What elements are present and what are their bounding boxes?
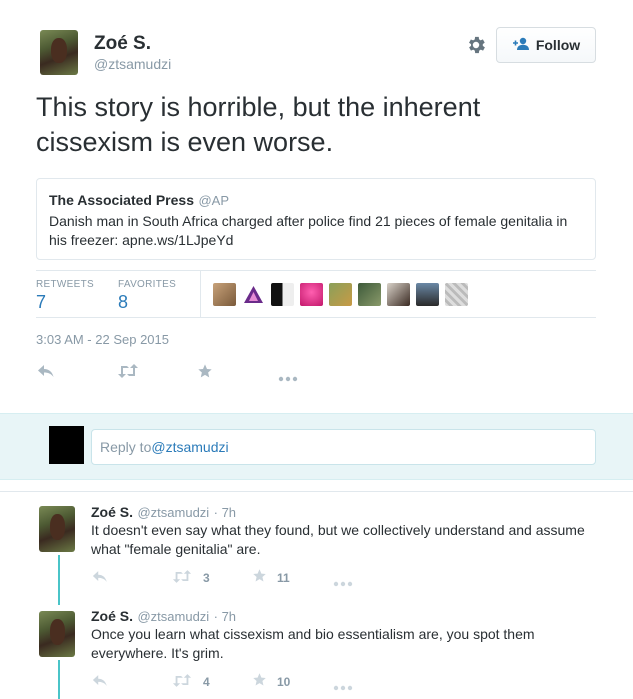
reply-icon[interactable] [92,570,108,588]
favoriter-avatar[interactable] [445,283,468,306]
tweet-text: This story is horrible, but the inherent… [36,92,481,157]
author-name[interactable]: Zoé S. [94,33,151,55]
reply-author-handle[interactable]: @ztsamudzi [137,609,209,624]
retweet-count: 3 [203,571,210,585]
gear-icon[interactable] [465,34,487,56]
reply-input[interactable]: Reply to @ztsamudzi [91,429,596,465]
retweets-count[interactable]: 7 [36,292,46,313]
reply-avatar[interactable] [39,506,75,552]
favoriter-avatar[interactable] [329,283,352,306]
favoriter-avatar[interactable] [271,283,294,306]
retweet-icon[interactable] [117,364,139,383]
reply-author-name[interactable]: Zoé S. [91,608,133,624]
tweet-timestamp[interactable]: 3:03 AM - 22 Sep 2015 [36,332,169,347]
favorites-label[interactable]: FAVORITES [118,279,176,290]
favorite-star-icon[interactable] [197,363,213,384]
quote-author-handle: @AP [198,193,229,208]
follow-person-icon [512,37,530,54]
quote-author-name: The Associated Press [49,192,194,208]
reply-time[interactable]: · 7h [214,505,236,520]
reply-header: Zoé S. @ztsamudzi · 7h [91,504,236,522]
favoriter-avatar[interactable] [242,283,265,306]
favorite-star-icon[interactable] [252,672,267,692]
retweets-label[interactable]: RETWEETS [36,279,94,290]
quoted-tweet[interactable]: The Associated Press @AP Danish man in S… [36,178,596,260]
retweet-icon[interactable] [172,570,192,588]
thread-connector [58,555,60,605]
favoriter-avatar[interactable] [387,283,410,306]
favorite-star-icon[interactable] [252,568,267,588]
follow-label: Follow [535,37,581,53]
current-user-avatar[interactable] [49,426,84,464]
more-icon[interactable] [278,369,298,387]
stats-divider [200,271,201,317]
reply-text: It doesn't even say what they found, but… [91,522,585,557]
more-icon[interactable] [333,574,353,592]
retweet-count: 4 [203,675,210,689]
favoriter-avatar[interactable] [300,283,323,306]
favoriter-avatar[interactable] [358,283,381,306]
reply-icon[interactable] [37,364,55,383]
reply-prefix: Reply to [100,439,152,455]
favorites-count[interactable]: 8 [118,292,128,313]
retweet-icon[interactable] [172,674,192,692]
more-icon[interactable] [333,678,353,696]
divider [36,270,596,271]
favorite-count: 10 [277,675,291,689]
reply-author-name[interactable]: Zoé S. [91,504,133,520]
thread-connector [58,660,60,699]
favoriter-avatar[interactable] [213,283,236,306]
divider [36,317,596,318]
reply-time[interactable]: · 7h [214,609,236,624]
favoriter-avatar[interactable] [416,283,439,306]
author-handle[interactable]: @ztsamudzi [94,56,171,72]
reply-text: Once you learn what cissexism and bio es… [91,626,535,661]
reply-mention: @ztsamudzi [151,439,229,455]
author-avatar[interactable] [40,30,78,75]
follow-button[interactable]: Follow [496,27,596,63]
quote-text: Danish man in South Africa charged after… [49,213,568,248]
favoriter-avatars [213,283,468,306]
favorite-count: 11 [277,571,290,585]
reply-header: Zoé S. @ztsamudzi · 7h [91,608,236,626]
reply-icon[interactable] [92,674,108,692]
reply-avatar[interactable] [39,611,75,657]
divider [0,491,633,492]
reply-author-handle[interactable]: @ztsamudzi [137,505,209,520]
